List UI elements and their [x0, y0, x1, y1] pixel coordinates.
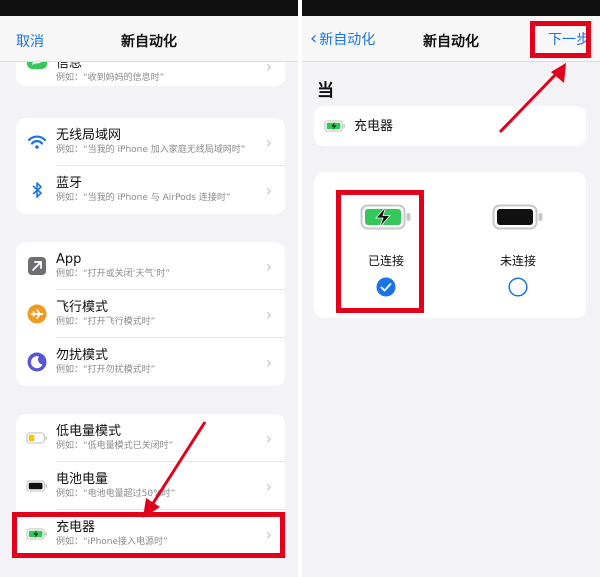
right-screen: ‹ 新自动化 新自动化 下一步 当 充电器 已连接 未连接 [302, 0, 600, 577]
arrow-annotation [498, 63, 566, 134]
arrow-annotation [143, 421, 207, 518]
left-screen: 取消 新自动化 信息 例如：“收到妈妈的信息时” › 无线局域网 例如：“当我的… [0, 0, 298, 577]
